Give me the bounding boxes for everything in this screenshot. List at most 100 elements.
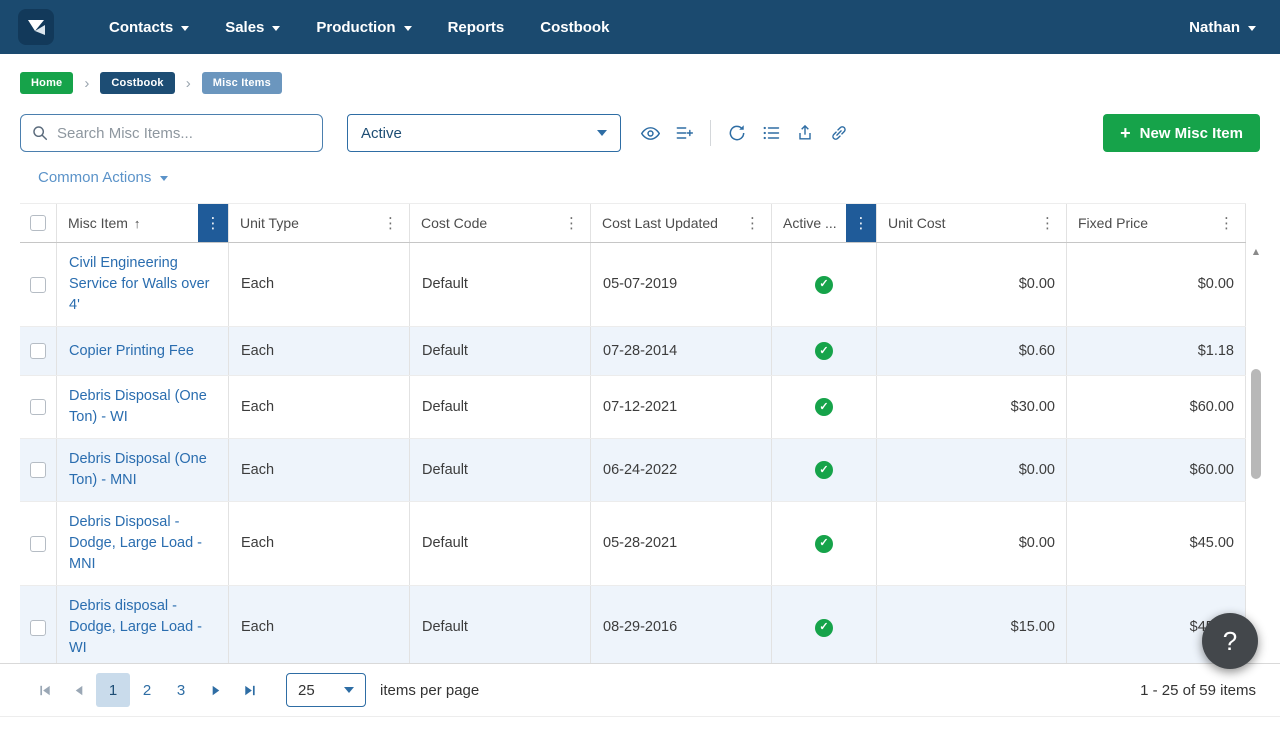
help-button[interactable]: ? <box>1202 613 1258 669</box>
cost-code-cell: Default <box>410 439 591 501</box>
nav-menu: Contacts Sales Production Reports Costbo… <box>96 10 622 45</box>
column-header-cost-last-updated[interactable]: Cost Last Updated ⋮ <box>591 204 772 242</box>
cost-code-cell: Default <box>410 586 591 663</box>
select-all-checkbox[interactable] <box>30 215 46 231</box>
column-header-misc-item[interactable]: Misc Item ↑ ⋮ <box>57 204 229 242</box>
row-checkbox[interactable] <box>30 277 46 293</box>
first-page-button[interactable] <box>28 673 62 707</box>
row-checkbox[interactable] <box>30 462 46 478</box>
nav-item-sales[interactable]: Sales <box>212 10 293 45</box>
column-header-cost-code[interactable]: Cost Code ⋮ <box>410 204 591 242</box>
cost-last-updated-cell: 05-28-2021 <box>591 502 772 585</box>
last-page-icon <box>242 683 257 698</box>
app-logo[interactable] <box>18 9 54 45</box>
cost-code-cell: Default <box>410 376 591 438</box>
common-actions-dropdown[interactable]: Common Actions <box>38 169 168 186</box>
column-header-active[interactable]: Active ... ⋮ <box>772 204 877 242</box>
column-menu-button[interactable]: ⋮ <box>846 204 876 242</box>
link-icon <box>829 123 849 143</box>
fixed-price-cell: $60.00 <box>1067 376 1246 438</box>
misc-item-link[interactable]: Debris Disposal (One Ton) - MNI <box>69 449 216 491</box>
active-check-icon: ✓ <box>815 619 833 637</box>
table-row: Civil Engineering Service for Walls over… <box>20 243 1246 327</box>
chevron-down-icon <box>181 26 189 31</box>
search-input[interactable] <box>57 125 312 142</box>
unit-cost-cell: $0.60 <box>877 327 1067 375</box>
row-checkbox[interactable] <box>30 399 46 415</box>
misc-item-link[interactable]: Civil Engineering Service for Walls over… <box>69 253 216 316</box>
misc-item-link[interactable]: Copier Printing Fee <box>69 341 194 362</box>
common-actions-label: Common Actions <box>38 169 151 186</box>
search-icon <box>31 124 49 142</box>
chevron-down-icon <box>404 26 412 31</box>
misc-item-link[interactable]: Debris Disposal - Dodge, Large Load - MN… <box>69 512 216 575</box>
toolbar: Active <box>20 114 1260 152</box>
row-checkbox[interactable] <box>30 536 46 552</box>
row-checkbox[interactable] <box>30 343 46 359</box>
copy-link-button[interactable] <box>822 116 856 150</box>
unit-type-cell: Each <box>229 439 410 501</box>
active-check-icon: ✓ <box>815 276 833 294</box>
plus-icon: + <box>1120 124 1131 142</box>
fixed-price-cell: $45.00 <box>1067 502 1246 585</box>
column-visibility-button[interactable] <box>633 116 667 150</box>
page-button-3[interactable]: 3 <box>164 673 198 707</box>
pagination-range-label: 1 - 25 of 59 items <box>1140 682 1256 699</box>
column-menu-button[interactable]: ⋮ <box>198 204 228 242</box>
new-misc-item-button[interactable]: + New Misc Item <box>1103 114 1260 152</box>
unit-cost-cell: $0.00 <box>877 439 1067 501</box>
sort-asc-icon: ↑ <box>134 216 141 231</box>
list-view-button[interactable] <box>754 116 788 150</box>
misc-item-link[interactable]: Debris Disposal (One Ton) - WI <box>69 386 216 428</box>
manage-columns-button[interactable] <box>667 116 701 150</box>
cost-last-updated-cell: 06-24-2022 <box>591 439 772 501</box>
page-size-select[interactable]: 25 <box>286 673 366 707</box>
column-menu-button[interactable]: ⋮ <box>742 214 763 232</box>
misc-item-link[interactable]: Debris disposal - Dodge, Large Load - WI <box>69 596 216 659</box>
refresh-button[interactable] <box>720 116 754 150</box>
column-header-unit-cost[interactable]: Unit Cost ⋮ <box>877 204 1067 242</box>
export-button[interactable] <box>788 116 822 150</box>
column-label: Misc Item <box>68 215 128 231</box>
prev-page-icon <box>72 683 87 698</box>
breadcrumb-costbook[interactable]: Costbook <box>100 72 174 94</box>
row-checkbox[interactable] <box>30 620 46 636</box>
breadcrumb-home[interactable]: Home <box>20 72 73 94</box>
nav-item-contacts[interactable]: Contacts <box>96 10 202 45</box>
page-button-2[interactable]: 2 <box>130 673 164 707</box>
first-page-icon <box>38 683 53 698</box>
cost-code-cell: Default <box>410 327 591 375</box>
page-button-1[interactable]: 1 <box>96 673 130 707</box>
column-label: Fixed Price <box>1078 215 1148 231</box>
column-menu-button[interactable]: ⋮ <box>561 214 582 232</box>
column-menu-button[interactable]: ⋮ <box>1216 214 1237 232</box>
column-header-fixed-price[interactable]: Fixed Price ⋮ <box>1067 204 1246 242</box>
next-page-button[interactable] <box>198 673 232 707</box>
column-header-unit-type[interactable]: Unit Type ⋮ <box>229 204 410 242</box>
scroll-up-icon[interactable]: ▲ <box>1250 247 1262 257</box>
active-check-icon: ✓ <box>815 461 833 479</box>
unit-type-cell: Each <box>229 327 410 375</box>
nav-item-costbook[interactable]: Costbook <box>527 10 622 45</box>
table-row: Debris disposal - Dodge, Large Load - WI… <box>20 586 1246 663</box>
prev-page-button[interactable] <box>62 673 96 707</box>
column-label: Active ... <box>783 215 837 231</box>
table-row: Debris Disposal (One Ton) - MNI Each Def… <box>20 439 1246 502</box>
user-menu[interactable]: Nathan <box>1189 19 1256 36</box>
cost-last-updated-cell: 07-12-2021 <box>591 376 772 438</box>
last-page-button[interactable] <box>232 673 266 707</box>
next-page-icon <box>208 683 223 698</box>
column-menu-button[interactable]: ⋮ <box>380 214 401 232</box>
search-box <box>20 114 323 152</box>
page-size-value: 25 <box>298 682 315 699</box>
status-filter-select[interactable]: Active <box>347 114 621 152</box>
fixed-price-cell: $0.00 <box>1067 243 1246 326</box>
nav-item-reports[interactable]: Reports <box>435 10 518 45</box>
nav-item-label: Reports <box>448 19 505 36</box>
scrollbar-thumb[interactable] <box>1251 369 1261 479</box>
nav-item-production[interactable]: Production <box>303 10 424 45</box>
chevron-down-icon <box>160 176 168 181</box>
column-menu-button[interactable]: ⋮ <box>1037 214 1058 232</box>
table-scrollbar[interactable]: ▲ <box>1250 247 1262 661</box>
user-name: Nathan <box>1189 19 1240 36</box>
